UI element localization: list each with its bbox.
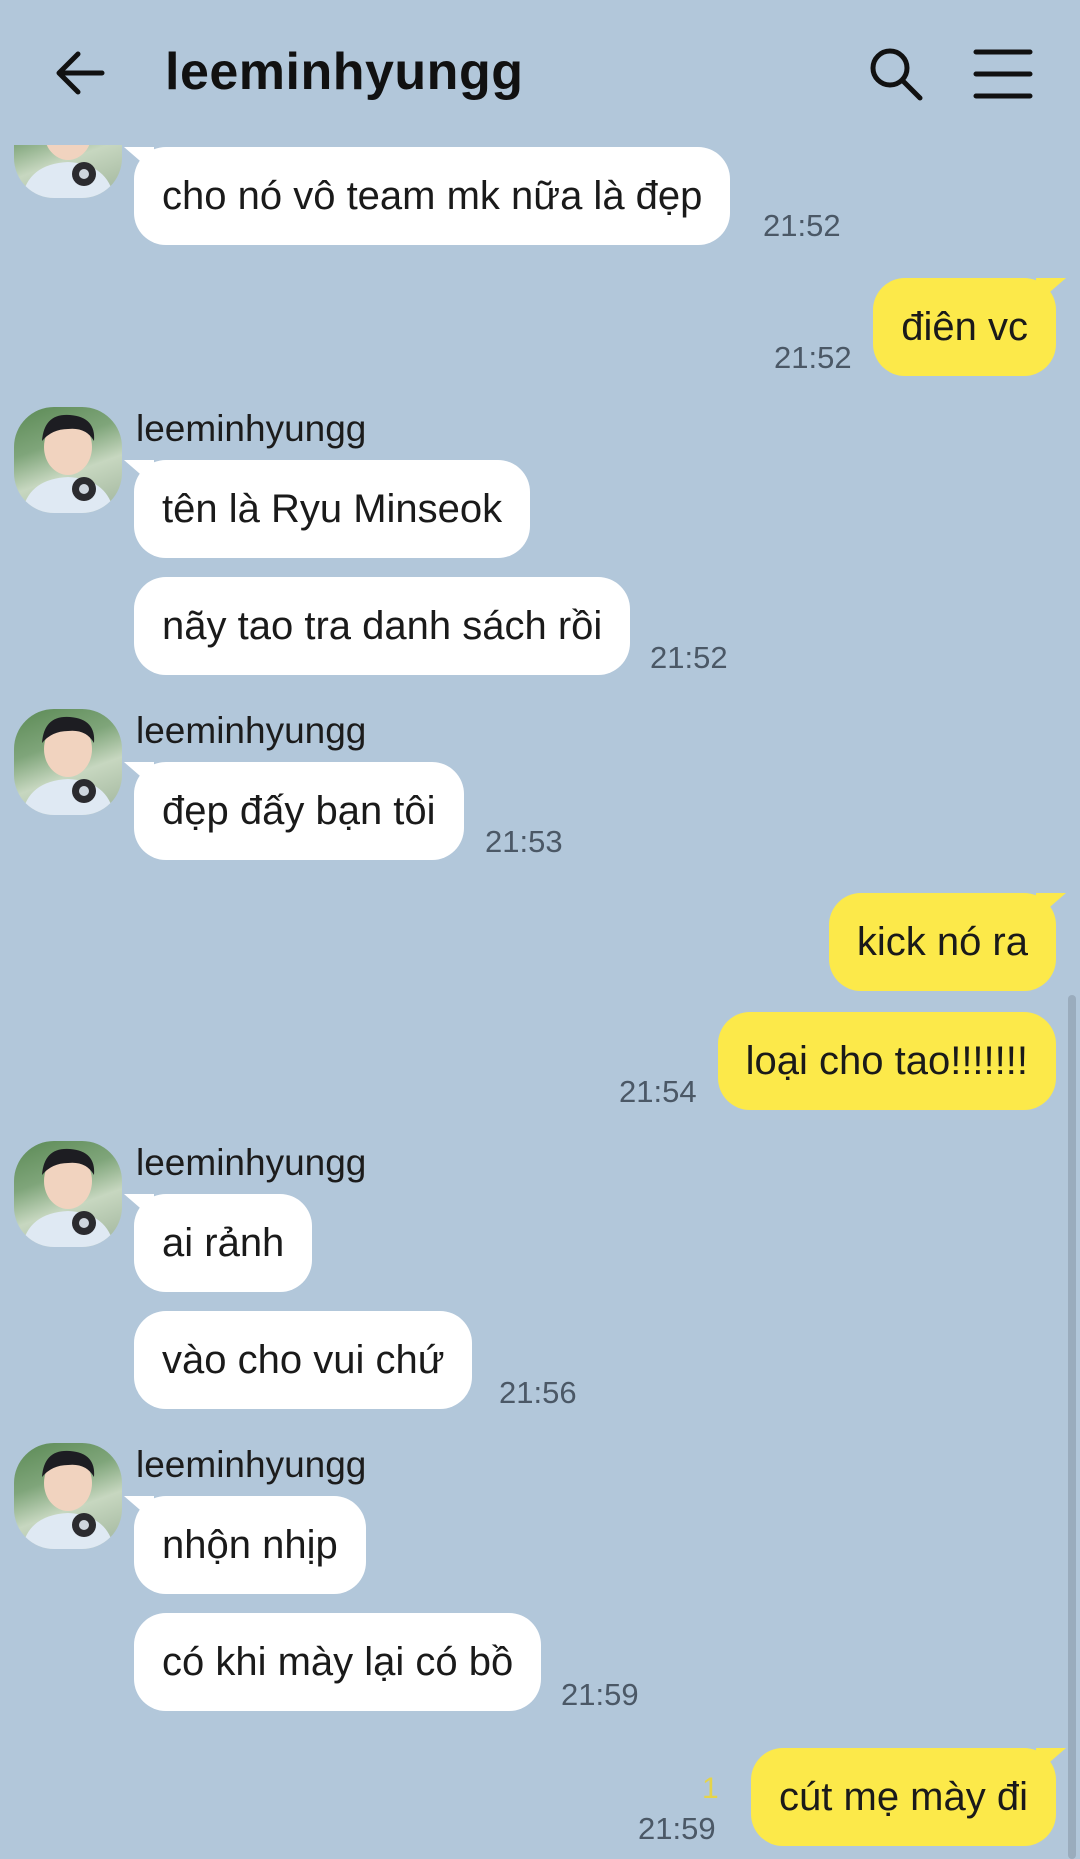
message-time: 21:59	[561, 1677, 639, 1712]
chat-header: leeminhyungg	[0, 0, 1080, 145]
message-bubble[interactable]: loại cho tao!!!!!!!	[717, 1012, 1056, 1110]
chat-area[interactable]: cho nó vô team mk nữa là đẹp 21:52 điên …	[0, 0, 1080, 1859]
sender-name: leeminhyungg	[136, 408, 367, 449]
arrow-left-icon	[56, 51, 105, 95]
scrollbar[interactable]	[1068, 995, 1076, 1859]
back-button[interactable]	[52, 45, 108, 101]
hamburger-menu-icon	[973, 49, 1033, 99]
message-bubble[interactable]: có khi mày lại có bồ	[134, 1613, 542, 1711]
message-bubble[interactable]: đẹp đấy bạn tôi	[134, 762, 464, 860]
message-bubble[interactable]: kick nó ra	[828, 893, 1056, 991]
avatar[interactable]	[14, 407, 122, 513]
search-icon	[870, 48, 923, 101]
avatar[interactable]	[14, 1141, 122, 1247]
message-time: 21:52	[650, 640, 728, 675]
message-bubble[interactable]: cho nó vô team mk nữa là đẹp	[134, 147, 731, 245]
sender-name: leeminhyungg	[136, 1142, 367, 1183]
message-time: 21:52	[763, 208, 841, 243]
message-time: 21:53	[485, 824, 563, 859]
message-time: 21:56	[499, 1375, 577, 1410]
message-bubble[interactable]: nhộn nhịp	[134, 1496, 366, 1594]
message-bubble[interactable]: điên vc	[873, 278, 1056, 376]
message-bubble[interactable]: nãy tao tra danh sách rồi	[134, 577, 631, 675]
message-bubble[interactable]: tên là Ryu Minseok	[134, 460, 531, 558]
menu-button[interactable]	[972, 44, 1034, 104]
message-time: 21:52	[774, 340, 852, 375]
avatar[interactable]	[14, 709, 122, 815]
sender-name: leeminhyungg	[136, 710, 367, 751]
message-bubble[interactable]: ai rảnh	[134, 1194, 313, 1292]
message-bubble[interactable]: vào cho vui chứ	[134, 1311, 473, 1409]
avatar[interactable]	[14, 1443, 122, 1549]
chat-title: leeminhyungg	[165, 43, 524, 101]
unread-count: 1	[702, 1772, 719, 1805]
sender-name: leeminhyungg	[136, 1444, 367, 1485]
message-time: 21:54	[619, 1074, 697, 1109]
message-bubble[interactable]: cút mẹ mày đi	[751, 1748, 1056, 1846]
search-button[interactable]	[866, 44, 926, 104]
message-time: 21:59	[638, 1811, 716, 1846]
